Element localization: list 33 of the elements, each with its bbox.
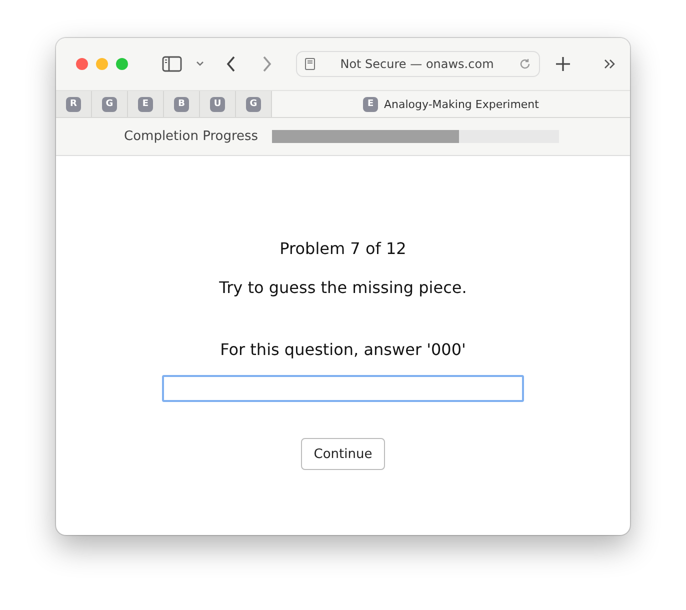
tab[interactable]: R: [56, 91, 92, 117]
favicon-icon: G: [102, 96, 117, 112]
chevron-down-icon[interactable]: [196, 61, 204, 67]
favicon-icon: G: [246, 96, 261, 112]
progress-label: Completion Progress: [124, 129, 258, 144]
minimize-button[interactable]: [96, 58, 108, 70]
more-icon[interactable]: [604, 59, 616, 69]
instruction-text: Try to guess the missing piece.: [219, 278, 467, 297]
tab[interactable]: G: [236, 91, 272, 117]
page-icon: [305, 58, 315, 70]
tab[interactable]: G: [92, 91, 128, 117]
tab[interactable]: E: [128, 91, 164, 117]
tab[interactable]: B: [164, 91, 200, 117]
continue-button[interactable]: Continue: [300, 438, 386, 470]
new-tab-icon[interactable]: [556, 57, 570, 71]
sidebar-icon[interactable]: [162, 56, 182, 72]
address-bar[interactable]: Not Secure — onaws.com: [296, 51, 540, 77]
problem-heading: Problem 7 of 12: [280, 239, 406, 258]
favicon-icon: B: [174, 96, 189, 112]
question-text: For this question, answer '000': [220, 340, 466, 359]
forward-icon[interactable]: [262, 56, 272, 72]
tab[interactable]: U: [200, 91, 236, 117]
favicon-icon: R: [66, 96, 81, 112]
close-button[interactable]: [76, 58, 88, 70]
back-icon[interactable]: [226, 56, 236, 72]
address-text: Not Secure — onaws.com: [339, 57, 495, 71]
zoom-button[interactable]: [116, 58, 128, 70]
reload-icon[interactable]: [519, 58, 531, 70]
favicon-icon: E: [138, 96, 153, 112]
tab-title: Analogy-Making Experiment: [384, 98, 539, 110]
answer-field[interactable]: [162, 375, 524, 402]
favicon-icon: E: [363, 96, 378, 112]
favicon-icon: U: [210, 96, 225, 112]
